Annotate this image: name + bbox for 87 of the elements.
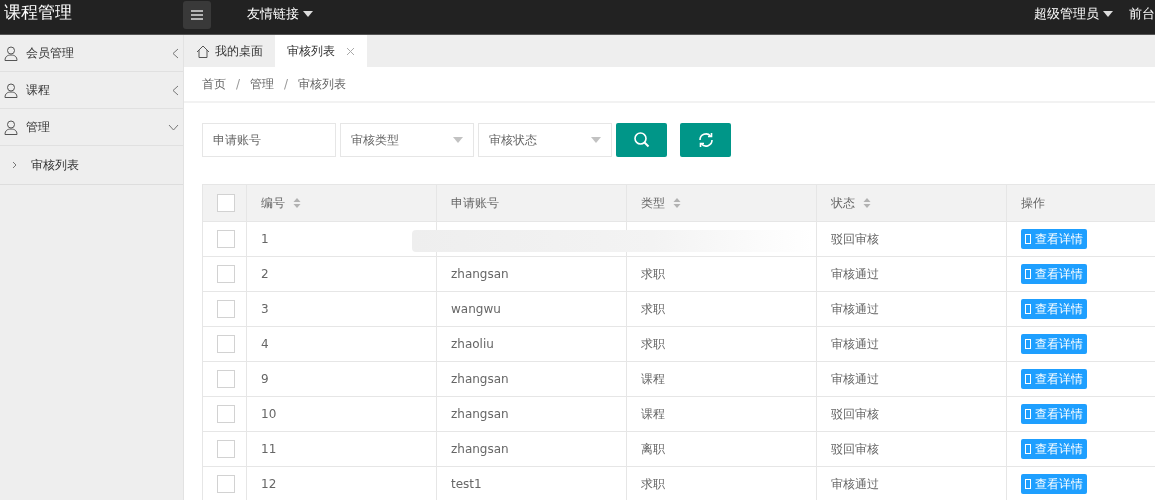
- sidebar-item[interactable]: 管理: [0, 109, 183, 146]
- table-cell: 3: [261, 302, 269, 316]
- user-menu[interactable]: 超级管理员: [1034, 5, 1113, 23]
- type-select[interactable]: 审核类型: [340, 123, 474, 157]
- table-cell: 驳回审核: [831, 406, 879, 421]
- table-cell: 审核通过: [831, 266, 879, 281]
- row-checkbox[interactable]: [217, 370, 235, 388]
- table-cell: zhangsan: [451, 372, 509, 386]
- table-cell: 10: [261, 407, 277, 421]
- table-cell: 审核通过: [831, 336, 879, 351]
- table-cell: 4: [261, 337, 269, 351]
- row-checkbox[interactable]: [217, 475, 235, 493]
- table-cell: 求职: [641, 476, 665, 491]
- nav-link[interactable]: 友情链接: [247, 5, 313, 23]
- table-cell: 审核通过: [831, 476, 879, 491]
- column-header: 申请账号: [451, 195, 499, 210]
- tab[interactable]: 审核列表: [275, 35, 367, 67]
- breadcrumb-link[interactable]: 管理: [250, 75, 275, 93]
- table-cell: wangwu: [451, 302, 501, 316]
- refresh-button[interactable]: [680, 123, 731, 157]
- column-header: 类型: [641, 195, 665, 210]
- row-checkbox[interactable]: [217, 405, 235, 423]
- table-cell: 课程: [641, 406, 665, 421]
- user-icon: [4, 82, 18, 98]
- document-icon: [1025, 234, 1031, 244]
- row-checkbox[interactable]: [217, 230, 235, 248]
- search-button[interactable]: [616, 123, 667, 157]
- table-cell: zhangsan: [451, 267, 509, 281]
- table-cell: 驳回审核: [831, 231, 879, 246]
- table-cell: 2: [261, 267, 269, 281]
- table-cell: 求职: [641, 301, 665, 316]
- table-cell: test1: [451, 477, 482, 491]
- breadcrumb-link[interactable]: 首页: [202, 75, 226, 93]
- chevron-left-icon: [172, 84, 179, 96]
- user-icon: [4, 119, 18, 135]
- table-cell: 11: [261, 442, 277, 456]
- account-field[interactable]: 申请账号: [202, 123, 336, 157]
- user-icon: [4, 45, 18, 61]
- close-icon[interactable]: [346, 46, 355, 56]
- chevron-down-icon: [168, 123, 179, 131]
- search-icon: [632, 131, 651, 149]
- table-cell: 9: [261, 372, 269, 386]
- document-icon: [1025, 444, 1031, 454]
- document-icon: [1025, 269, 1031, 279]
- document-icon: [1025, 339, 1031, 349]
- table-cell: 求职: [641, 336, 665, 351]
- status-select[interactable]: 审核状态: [478, 123, 612, 157]
- table-cell: 驳回审核: [831, 441, 879, 456]
- sort-icon[interactable]: [293, 197, 301, 209]
- sidebar-item[interactable]: 课程: [0, 72, 183, 109]
- table-cell: zhaoliu: [451, 337, 494, 351]
- app-title: 课程管理: [3, 0, 73, 24]
- menu-icon: [191, 10, 203, 20]
- row-checkbox[interactable]: [217, 265, 235, 283]
- chevron-left-icon: [172, 47, 179, 59]
- table-cell: zhangsan: [451, 407, 509, 421]
- document-icon: [1025, 479, 1031, 489]
- column-header: 编号: [261, 195, 285, 210]
- sidebar-item[interactable]: 会员管理: [0, 35, 183, 72]
- table-cell: 课程: [641, 371, 665, 386]
- row-checkbox[interactable]: [217, 440, 235, 458]
- table-cell: 12: [261, 477, 277, 491]
- column-header: 状态: [831, 195, 855, 210]
- refresh-icon: [696, 131, 715, 149]
- home-icon: [196, 44, 210, 58]
- table-cell: 1: [261, 232, 269, 246]
- table-cell: zhangsan: [451, 442, 509, 456]
- row-checkbox[interactable]: [217, 300, 235, 318]
- sort-icon[interactable]: [673, 197, 681, 209]
- nav-link[interactable]: 前台: [1129, 5, 1155, 23]
- table-cell: 求职: [641, 266, 665, 281]
- document-icon: [1025, 374, 1031, 384]
- breadcrumb-separator: /: [236, 77, 241, 91]
- sidebar-subitem[interactable]: 审核列表: [0, 146, 183, 185]
- tab[interactable]: 我的桌面: [184, 35, 275, 67]
- document-icon: [1025, 304, 1031, 314]
- select-all-checkbox[interactable]: [217, 194, 235, 212]
- chevron-right-icon: [12, 161, 17, 169]
- breadcrumb-separator: /: [284, 77, 289, 91]
- table-cell: 审核通过: [831, 371, 879, 386]
- document-icon: [1025, 409, 1031, 419]
- menu-button[interactable]: [183, 1, 211, 29]
- column-header: 操作: [1021, 195, 1045, 210]
- table-cell: 离职: [641, 441, 665, 456]
- sort-icon[interactable]: [863, 197, 871, 209]
- table-cell: 审核通过: [831, 301, 879, 316]
- row-checkbox[interactable]: [217, 335, 235, 353]
